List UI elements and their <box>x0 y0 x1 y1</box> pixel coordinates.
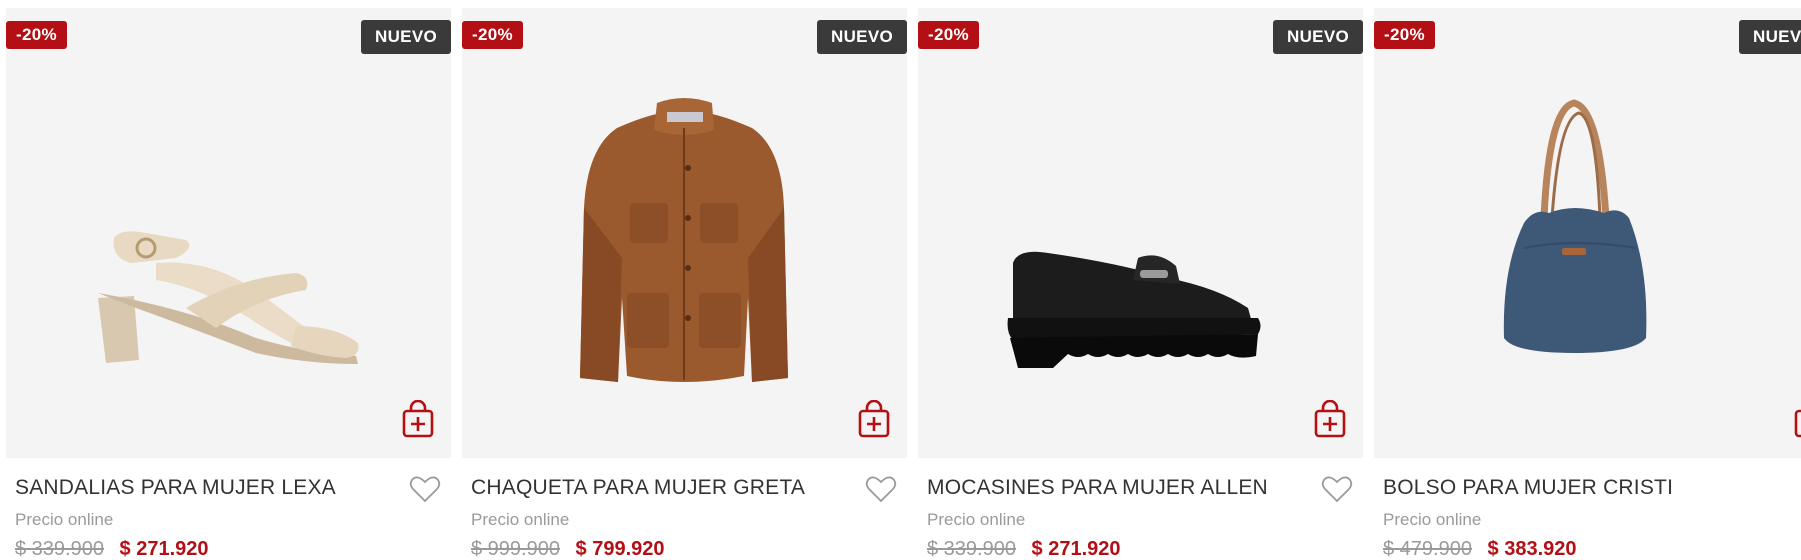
product-name[interactable]: SANDALIAS PARA MUJER LEXA <box>15 476 336 500</box>
current-price: $ 799.920 <box>575 538 665 560</box>
product-image-area[interactable]: -20% NUEVO <box>462 8 907 458</box>
heart-icon[interactable] <box>1321 474 1353 504</box>
loafer-image <box>1007 251 1261 368</box>
old-price: $ 999.900 <box>471 538 560 560</box>
product-card[interactable]: -20% NUEVO CHAQUETA PARA MUJER GRETA Pre… <box>462 8 907 560</box>
sandal-image <box>98 231 359 364</box>
product-info: SANDALIAS PARA MUJER LEXA Precio online … <box>6 458 451 560</box>
new-badge: NUEVO <box>1739 20 1801 54</box>
current-price: $ 271.920 <box>1031 538 1121 560</box>
discount-badge: -20% <box>462 21 523 49</box>
product-card[interactable]: -20% NUEVO MOCASINES PARA MUJER ALLEN Pr… <box>918 8 1363 560</box>
product-image-area[interactable]: -20% NUEVO <box>918 8 1363 458</box>
product-card[interactable]: -20% NUEVO SANDALIAS PARA MUJER LEXA Pre… <box>6 8 451 560</box>
current-price: $ 271.920 <box>119 538 209 560</box>
product-info: MOCASINES PARA MUJER ALLEN Precio online… <box>918 458 1363 560</box>
new-badge: NUEVO <box>817 20 907 54</box>
discount-badge: -20% <box>6 21 67 49</box>
new-badge: NUEVO <box>361 20 451 54</box>
product-image-area[interactable]: -20% NUEVO <box>1374 8 1801 458</box>
bag-image <box>1503 99 1647 353</box>
discount-badge: -20% <box>918 21 979 49</box>
product-name[interactable]: MOCASINES PARA MUJER ALLEN <box>927 476 1268 500</box>
heart-icon[interactable] <box>865 474 897 504</box>
price-label: Precio online <box>1383 510 1482 529</box>
new-badge: NUEVO <box>1273 20 1363 54</box>
product-info: CHAQUETA PARA MUJER GRETA Precio online … <box>462 458 907 560</box>
product-info: BOLSO PARA MUJER CRISTI Precio online $ … <box>1374 458 1801 560</box>
add-to-cart-icon[interactable] <box>401 400 435 438</box>
price-label: Precio online <box>471 510 570 529</box>
product-grid: -20% NUEVO SANDALIAS PARA MUJER LEXA Pre… <box>0 0 1801 560</box>
product-name[interactable]: CHAQUETA PARA MUJER GRETA <box>471 476 805 500</box>
price-label: Precio online <box>927 510 1026 529</box>
add-to-cart-icon[interactable] <box>857 400 891 438</box>
product-name[interactable]: BOLSO PARA MUJER CRISTI <box>1383 476 1673 500</box>
add-to-cart-icon[interactable] <box>1793 400 1801 438</box>
price-row: $ 339.900 $ 271.920 <box>15 538 209 560</box>
old-price: $ 339.900 <box>927 538 1016 560</box>
add-to-cart-icon[interactable] <box>1313 400 1347 438</box>
old-price: $ 479.900 <box>1383 538 1472 560</box>
old-price: $ 339.900 <box>15 538 104 560</box>
price-label: Precio online <box>15 510 114 529</box>
price-row: $ 999.900 $ 799.920 <box>471 538 665 560</box>
discount-badge: -20% <box>1374 21 1435 49</box>
price-row: $ 479.900 $ 383.920 <box>1383 538 1577 560</box>
price-row: $ 339.900 $ 271.920 <box>927 538 1121 560</box>
product-card[interactable]: -20% NUEVO BOLSO PARA MUJER CRISTI Preci… <box>1374 8 1801 560</box>
product-image-area[interactable]: -20% NUEVO <box>6 8 451 458</box>
current-price: $ 383.920 <box>1487 538 1577 560</box>
heart-icon[interactable] <box>409 474 441 504</box>
jacket-image <box>580 98 788 382</box>
